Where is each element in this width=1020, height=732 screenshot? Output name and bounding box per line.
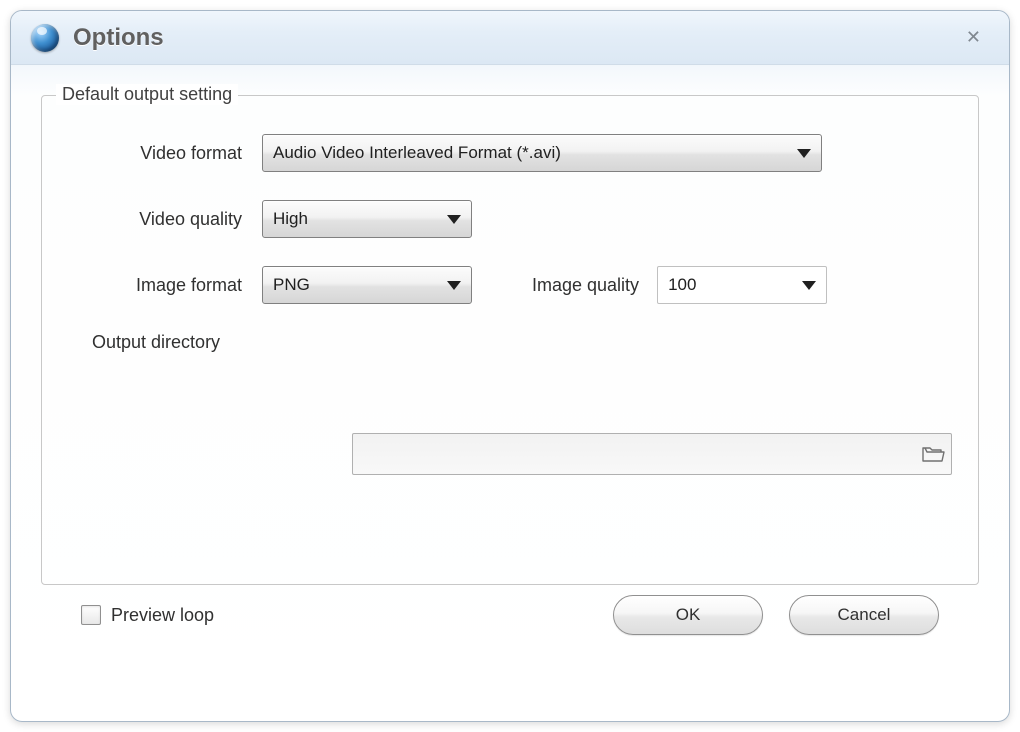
image-format-select[interactable]: PNG <box>262 266 472 304</box>
dialog-footer: Preview loop OK Cancel <box>41 595 979 635</box>
ok-button[interactable]: OK <box>613 595 763 635</box>
preview-loop-label: Preview loop <box>111 605 214 626</box>
image-quality-spinner[interactable]: 100 <box>657 266 827 304</box>
output-directory-field[interactable] <box>352 433 952 475</box>
image-quality-block: Image quality 100 <box>532 266 827 304</box>
video-format-value: Audio Video Interleaved Format (*.avi) <box>273 143 789 163</box>
video-quality-select[interactable]: High <box>262 200 472 238</box>
row-video-format: Video format Audio Video Interleaved For… <box>82 134 938 172</box>
image-format-value: PNG <box>273 275 439 295</box>
options-dialog: Options ✕ Default output setting Video f… <box>10 10 1010 722</box>
folder-open-icon[interactable] <box>921 444 945 464</box>
output-directory-label: Output directory <box>82 332 240 353</box>
default-output-group: Default output setting Video format Audi… <box>41 95 979 585</box>
cancel-button-label: Cancel <box>838 605 891 625</box>
row-video-quality: Video quality High <box>82 200 938 238</box>
video-format-label: Video format <box>82 143 262 164</box>
dialog-title: Options <box>73 24 958 52</box>
chevron-down-icon <box>797 149 811 158</box>
ok-button-label: OK <box>676 605 701 625</box>
row-image-format: Image format PNG Image quality 100 <box>82 266 938 304</box>
group-legend: Default output setting <box>56 84 238 105</box>
image-quality-value: 100 <box>668 275 794 295</box>
video-format-select[interactable]: Audio Video Interleaved Format (*.avi) <box>262 134 822 172</box>
dialog-content: Default output setting Video format Audi… <box>11 65 1009 655</box>
image-format-label: Image format <box>82 275 262 296</box>
video-quality-value: High <box>273 209 439 229</box>
close-icon[interactable]: ✕ <box>958 23 989 52</box>
titlebar: Options ✕ <box>11 11 1009 65</box>
chevron-down-icon <box>447 281 461 290</box>
video-quality-label: Video quality <box>82 209 262 230</box>
app-icon <box>31 24 59 52</box>
preview-loop-checkbox[interactable] <box>81 605 101 625</box>
image-quality-label: Image quality <box>532 275 639 296</box>
chevron-down-icon <box>802 281 816 290</box>
cancel-button[interactable]: Cancel <box>789 595 939 635</box>
row-output-directory: Output directory <box>82 332 938 353</box>
chevron-down-icon <box>447 215 461 224</box>
